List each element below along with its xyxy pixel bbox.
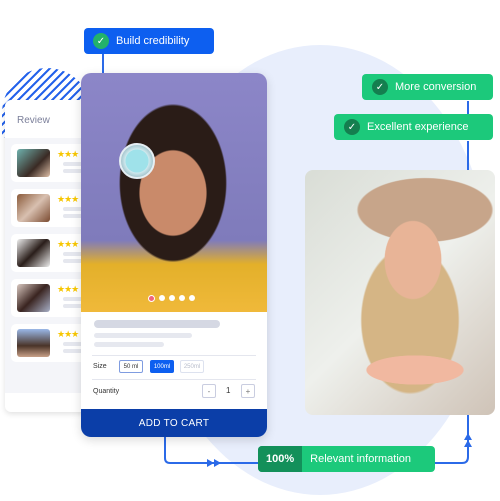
check-icon: ✓ bbox=[93, 33, 109, 49]
carousel-dot[interactable] bbox=[159, 295, 165, 301]
product-description-placeholder bbox=[94, 342, 164, 347]
size-label: Size bbox=[93, 363, 107, 370]
arrow-up-icon bbox=[464, 433, 472, 447]
review-item[interactable]: ★★★ bbox=[11, 144, 90, 182]
more-conversion-badge: ✓ More conversion bbox=[362, 74, 493, 100]
review-title: Review bbox=[17, 115, 50, 126]
connector-info-to-lifestyle bbox=[435, 415, 469, 464]
carousel-dot[interactable] bbox=[169, 295, 175, 301]
product-card: Size 50 ml 100ml 250ml Quantity - 1 + AD… bbox=[81, 73, 267, 437]
star-rating-icon: ★★★ bbox=[57, 284, 79, 294]
carousel-dots bbox=[148, 295, 195, 302]
contact-lens-case bbox=[119, 143, 155, 179]
quantity-decrement-button[interactable]: - bbox=[202, 384, 216, 398]
review-panel: Review ★★★ ★★★ ★★★ ★★★ ★★★ bbox=[5, 100, 90, 412]
carousel-dot[interactable] bbox=[179, 295, 185, 301]
check-icon: ✓ bbox=[372, 79, 388, 95]
build-credibility-badge: ✓ Build credibility bbox=[84, 28, 214, 54]
lifestyle-photo bbox=[305, 170, 495, 415]
carousel-dot-active[interactable] bbox=[148, 295, 155, 302]
size-option-50ml[interactable]: 50 ml bbox=[119, 360, 143, 373]
build-credibility-label: Build credibility bbox=[116, 35, 190, 47]
connector-cart-to-info bbox=[164, 437, 258, 464]
relevant-information-badge: 100% Relevant information bbox=[258, 446, 435, 472]
add-to-cart-button[interactable]: ADD TO CART bbox=[81, 409, 267, 437]
check-icon: ✓ bbox=[344, 119, 360, 135]
quantity-value: 1 bbox=[226, 386, 231, 395]
review-item[interactable]: ★★★ bbox=[11, 234, 90, 272]
size-option-250ml[interactable]: 250ml bbox=[180, 360, 204, 373]
product-title-placeholder bbox=[94, 320, 220, 328]
reviewer-avatar bbox=[17, 284, 50, 312]
quantity-increment-button[interactable]: + bbox=[241, 384, 255, 398]
review-list: ★★★ ★★★ ★★★ ★★★ ★★★ bbox=[5, 138, 90, 393]
reviewer-avatar bbox=[17, 239, 50, 267]
reviewer-avatar bbox=[17, 194, 50, 222]
excellent-experience-label: Excellent experience bbox=[367, 121, 469, 133]
star-rating-icon: ★★★ bbox=[57, 239, 79, 249]
carousel-dot[interactable] bbox=[189, 295, 195, 301]
divider bbox=[92, 355, 256, 356]
divider bbox=[92, 379, 256, 380]
review-item[interactable]: ★★★ bbox=[11, 324, 90, 362]
more-conversion-label: More conversion bbox=[395, 81, 477, 93]
relevant-information-label: Relevant information bbox=[310, 453, 412, 465]
excellent-experience-badge: ✓ Excellent experience bbox=[334, 114, 493, 140]
quantity-label: Quantity bbox=[93, 388, 120, 395]
reviewer-avatar bbox=[17, 329, 50, 357]
star-rating-icon: ★★★ bbox=[57, 149, 79, 159]
review-item[interactable]: ★★★ bbox=[11, 279, 90, 317]
star-rating-icon: ★★★ bbox=[57, 194, 79, 204]
product-image[interactable] bbox=[81, 73, 267, 312]
relevant-percent: 100% bbox=[258, 446, 303, 472]
size-option-100ml[interactable]: 100ml bbox=[150, 360, 174, 373]
product-description-placeholder bbox=[94, 333, 192, 338]
star-rating-icon: ★★★ bbox=[57, 329, 79, 339]
arrow-right-icon bbox=[207, 459, 221, 467]
reviewer-avatar bbox=[17, 149, 50, 177]
review-item[interactable]: ★★★ bbox=[11, 189, 90, 227]
